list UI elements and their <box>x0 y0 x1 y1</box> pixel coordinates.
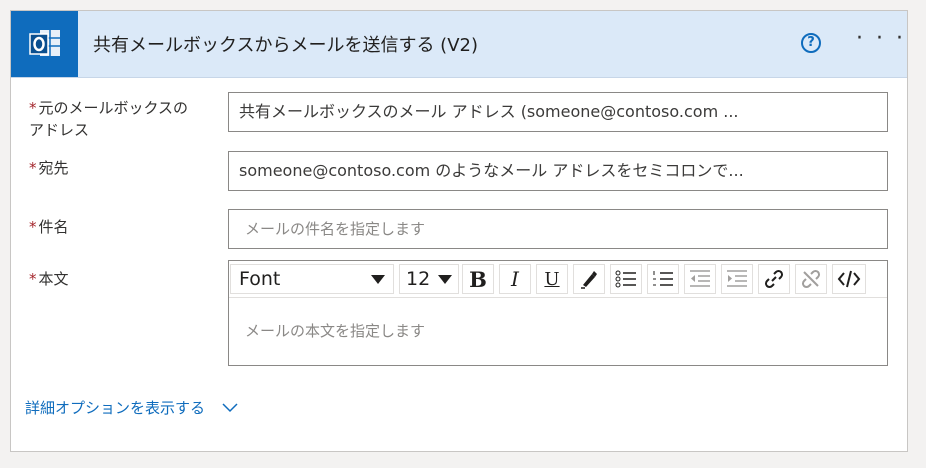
action-card: 共有メールボックスからメールを送信する (V2) ? · · · * 元のメールボ… <box>10 10 908 452</box>
body-editor[interactable]: Font 12 B I U メールの本文を指定します <box>228 260 888 366</box>
body-label: * 本文 <box>29 268 69 290</box>
mailbox-label: * 元のメールボックスの アドレス <box>29 97 188 141</box>
font-value: Font <box>239 268 281 290</box>
link-icon[interactable] <box>758 264 790 294</box>
font-size-dropdown[interactable]: 12 <box>399 264 459 294</box>
bold-icon[interactable]: B <box>462 264 494 294</box>
chevron-down-icon <box>438 274 452 284</box>
card-header[interactable]: 共有メールボックスからメールを送信する (V2) ? · · · <box>11 11 907 78</box>
help-circle-icon[interactable]: ? <box>801 33 821 53</box>
required-mark: * <box>29 99 37 117</box>
required-mark: * <box>29 159 37 177</box>
more-horizontal-icon[interactable]: · · · <box>856 28 906 50</box>
italic-icon[interactable]: I <box>499 264 531 294</box>
numbered-list-icon[interactable] <box>647 264 679 294</box>
editor-toolbar: Font 12 B I U <box>229 261 887 298</box>
advanced-options-label: 詳細オプションを表示する <box>25 399 206 417</box>
show-advanced-options-link[interactable]: 詳細オプションを表示する <box>25 397 239 418</box>
chevron-down-icon <box>371 274 385 284</box>
action-title: 共有メールボックスからメールを送信する (V2) <box>93 35 478 56</box>
body-label-text: 本文 <box>38 270 69 288</box>
subject-label-text: 件名 <box>38 218 69 236</box>
mailbox-address-input[interactable]: 共有メールボックスのメール アドレス (someone@contoso.com … <box>228 92 888 132</box>
to-input[interactable]: someone@contoso.com のようなメール アドレスをセミコロンで.… <box>228 151 888 191</box>
subject-input[interactable]: メールの件名を指定します <box>228 209 888 249</box>
chevron-down-icon <box>222 402 238 412</box>
bulleted-list-icon[interactable] <box>610 264 642 294</box>
mailbox-label-line2: アドレス <box>29 121 90 139</box>
unlink-icon[interactable] <box>795 264 827 294</box>
to-label: * 宛先 <box>29 157 69 179</box>
required-mark: * <box>29 270 37 288</box>
underline-icon[interactable]: U <box>536 264 568 294</box>
to-label-text: 宛先 <box>38 159 69 177</box>
increase-indent-icon[interactable] <box>721 264 753 294</box>
subject-label: * 件名 <box>29 216 69 238</box>
body-placeholder: メールの本文を指定します <box>245 322 426 340</box>
required-mark: * <box>29 218 37 236</box>
font-dropdown[interactable]: Font <box>230 264 394 294</box>
mailbox-label-line1: 元のメールボックスの <box>38 99 189 117</box>
font-size-value: 12 <box>406 268 431 290</box>
decrease-indent-icon[interactable] <box>684 264 716 294</box>
outlook-icon <box>11 11 78 77</box>
highlight-pen-icon[interactable] <box>573 264 605 294</box>
code-view-icon[interactable] <box>832 264 866 294</box>
